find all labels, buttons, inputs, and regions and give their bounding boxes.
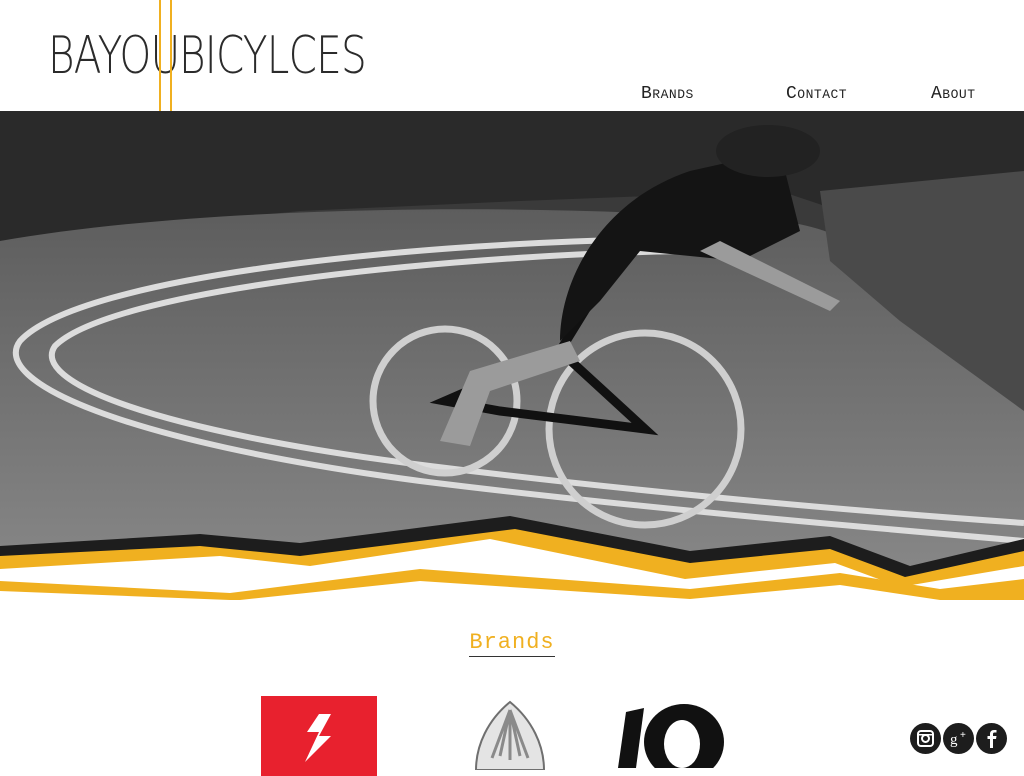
wing-emblem-icon [474, 700, 546, 771]
instagram-glyph [917, 730, 934, 747]
wing-logo[interactable] [468, 700, 552, 771]
logo-divider-left [159, 0, 161, 111]
instagram-icon[interactable] [910, 723, 941, 754]
google-plus-glyph: g + [950, 730, 966, 748]
hero-image [0, 111, 1024, 600]
facebook-icon[interactable] [976, 723, 1007, 754]
logo-divider-right [170, 0, 172, 111]
io-logo[interactable] [618, 698, 730, 776]
nav-contact[interactable]: Contact [786, 84, 847, 104]
brands-section-title: Brands [0, 630, 1024, 657]
site-header: BAYOU BICYLCES Brands Contact About [0, 0, 1024, 111]
svg-text:+: + [960, 730, 966, 741]
facebook-glyph [987, 730, 997, 748]
nav-about[interactable]: About [931, 84, 976, 104]
logo-word-bicycles: BICYLCES [179, 26, 367, 86]
specialized-s-icon [305, 714, 331, 762]
io-logo-mark-icon [618, 704, 724, 776]
specialized-logo[interactable] [261, 696, 377, 776]
svg-text:g: g [950, 732, 958, 748]
nav-brands[interactable]: Brands [641, 84, 694, 104]
google-plus-icon[interactable]: g + [943, 723, 974, 754]
hero-cyclist-photo [0, 111, 1024, 600]
brands-heading: Brands [469, 630, 555, 657]
